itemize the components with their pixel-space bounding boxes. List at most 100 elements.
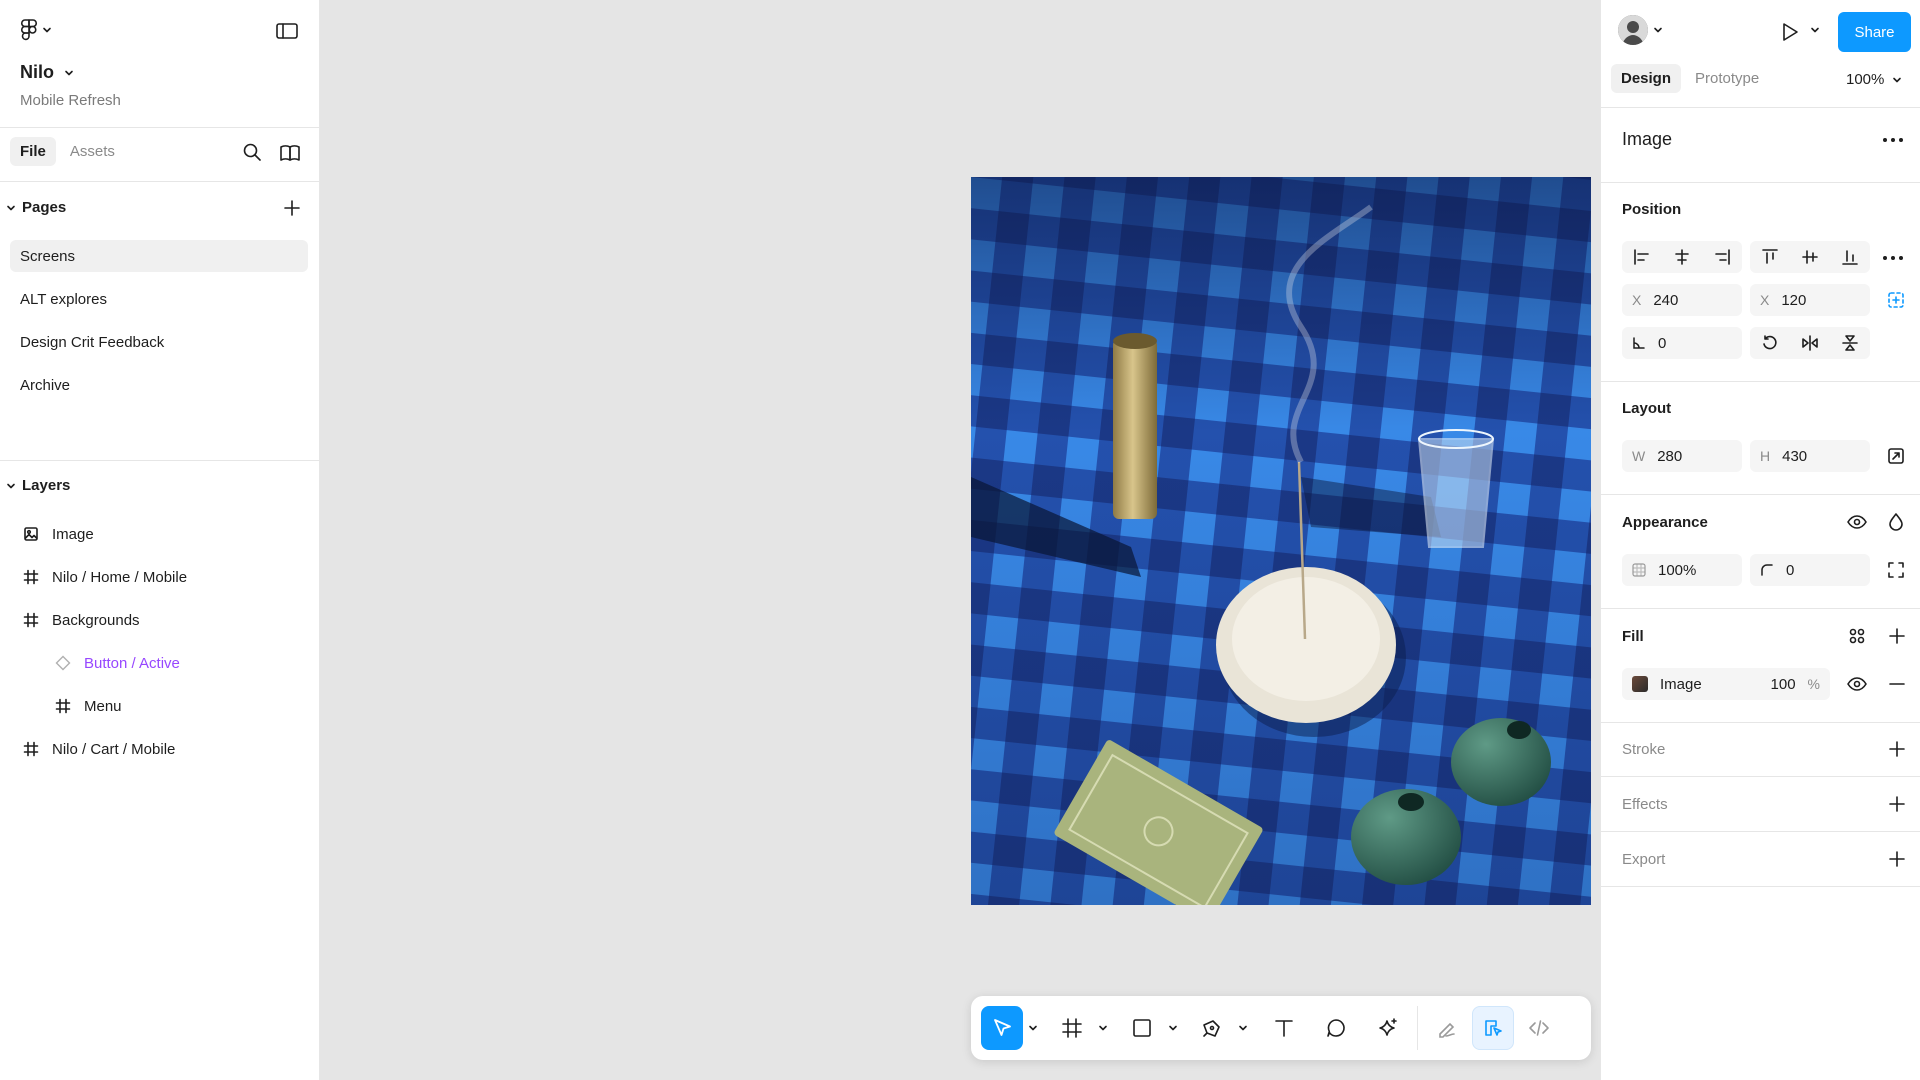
page-item-screens[interactable]: Screens <box>10 240 308 272</box>
pages-header[interactable]: Pages <box>6 199 66 216</box>
corner-radius-input[interactable]: 0 <box>1750 554 1870 586</box>
layers-header[interactable]: Layers <box>6 477 70 494</box>
w-label: W <box>1632 448 1646 464</box>
independent-corners-icon[interactable] <box>1886 560 1906 580</box>
remove-fill-icon[interactable] <box>1887 674 1907 694</box>
add-export-icon[interactable] <box>1887 849 1907 869</box>
draw-mode-button[interactable] <box>1426 1006 1468 1050</box>
shape-tool-button[interactable] <box>1121 1006 1163 1050</box>
x-position-input[interactable]: X 240 <box>1622 284 1742 316</box>
height-input[interactable]: H 430 <box>1750 440 1870 472</box>
y-value: 120 <box>1781 291 1807 309</box>
align-top-icon[interactable] <box>1750 241 1790 273</box>
visibility-eye-icon[interactable] <box>1846 513 1868 531</box>
layer-label: Menu <box>84 697 122 715</box>
pen-tool-button[interactable] <box>1191 1006 1233 1050</box>
avatar[interactable] <box>1618 15 1648 45</box>
layer-label: Backgrounds <box>52 611 140 629</box>
text-icon <box>1273 1017 1295 1039</box>
constraints-icon[interactable] <box>1886 290 1906 310</box>
tab-prototype[interactable]: Prototype <box>1685 64 1769 93</box>
layer-nilo-home-mobile[interactable]: Nilo / Home / Mobile <box>22 568 187 586</box>
page-item-design-crit-feedback[interactable]: Design Crit Feedback <box>10 326 308 358</box>
divider <box>1601 381 1920 382</box>
main-menu-button[interactable] <box>20 18 52 42</box>
layer-label: Button / Active <box>84 654 180 672</box>
resize-to-fit-icon[interactable] <box>1886 446 1906 466</box>
transform-group <box>1750 327 1870 359</box>
blend-mode-drop-icon[interactable] <box>1887 512 1905 532</box>
align-center-vertical-icon[interactable] <box>1790 241 1830 273</box>
frame-tool-options[interactable] <box>1093 1006 1113 1050</box>
y-label: X <box>1760 292 1770 308</box>
dev-mode-button[interactable] <box>1518 1006 1560 1050</box>
fill-visibility-eye-icon[interactable] <box>1846 675 1868 693</box>
add-stroke-icon[interactable] <box>1887 739 1907 759</box>
share-button[interactable]: Share <box>1838 12 1911 52</box>
rotate-icon[interactable] <box>1750 327 1790 359</box>
align-bottom-icon[interactable] <box>1830 241 1870 273</box>
move-tool-options[interactable] <box>1023 1006 1043 1050</box>
chevron-down-icon[interactable] <box>1653 25 1663 35</box>
present-play-icon[interactable] <box>1779 21 1801 43</box>
pen-icon <box>1201 1017 1223 1039</box>
actions-tool-button[interactable] <box>1367 1006 1409 1050</box>
align-left-icon[interactable] <box>1622 241 1662 273</box>
chevron-down-icon[interactable] <box>1810 25 1820 35</box>
layer-button-active[interactable]: Button / Active <box>54 654 180 672</box>
pen-tool-options[interactable] <box>1233 1006 1253 1050</box>
layer-label: Image <box>52 525 94 543</box>
styles-grid-icon[interactable] <box>1847 626 1867 646</box>
tab-design[interactable]: Design <box>1611 64 1682 93</box>
align-center-horizontal-icon[interactable] <box>1662 241 1702 273</box>
more-align-options-icon[interactable] <box>1881 248 1905 268</box>
sidebar-toggle-icon[interactable] <box>274 20 300 42</box>
y-position-input[interactable]: X 120 <box>1750 284 1870 316</box>
left-tabs: File Assets <box>10 137 125 166</box>
file-name[interactable]: Nilo <box>20 62 74 83</box>
draw-icon <box>1436 1017 1458 1039</box>
add-page-icon[interactable] <box>282 198 302 218</box>
layer-label: Nilo / Cart / Mobile <box>52 740 176 758</box>
layer-nilo-cart-mobile[interactable]: Nilo / Cart / Mobile <box>22 740 175 758</box>
position-title: Position <box>1622 201 1682 218</box>
divider <box>0 181 319 182</box>
canvas[interactable] <box>321 0 1790 1080</box>
corner-radius-icon <box>1760 563 1774 577</box>
opacity-input[interactable]: 100% <box>1622 554 1742 586</box>
flip-vertical-icon[interactable] <box>1830 327 1870 359</box>
chevron-down-icon <box>6 481 16 491</box>
move-tool-button[interactable] <box>981 1006 1023 1050</box>
tab-assets[interactable]: Assets <box>60 137 125 166</box>
component-instance-icon <box>54 654 72 672</box>
align-right-icon[interactable] <box>1702 241 1742 273</box>
page-item-archive[interactable]: Archive <box>10 369 308 401</box>
library-icon[interactable] <box>279 143 301 163</box>
zoom-dropdown[interactable]: 100% <box>1846 71 1902 88</box>
frame-icon <box>22 611 40 629</box>
add-effect-icon[interactable] <box>1887 794 1907 814</box>
appearance-title: Appearance <box>1622 514 1708 531</box>
more-options-icon[interactable] <box>1881 130 1905 150</box>
frame-tool-button[interactable] <box>1051 1006 1093 1050</box>
page-item-alt-explores[interactable]: ALT explores <box>10 283 308 315</box>
design-mode-button[interactable] <box>1472 1006 1514 1050</box>
search-icon[interactable] <box>242 142 262 162</box>
shape-tool-options[interactable] <box>1163 1006 1183 1050</box>
rotation-input[interactable]: 0 <box>1622 327 1742 359</box>
flip-horizontal-icon[interactable] <box>1790 327 1830 359</box>
text-tool-button[interactable] <box>1263 1006 1305 1050</box>
layer-backgrounds[interactable]: Backgrounds <box>22 611 140 629</box>
add-fill-icon[interactable] <box>1887 626 1907 646</box>
fill-row[interactable]: Image 100 % <box>1622 668 1830 700</box>
frame-icon <box>22 568 40 586</box>
fill-opacity-unit: % <box>1807 676 1820 692</box>
width-input[interactable]: W 280 <box>1622 440 1742 472</box>
comment-tool-button[interactable] <box>1315 1006 1357 1050</box>
layer-menu[interactable]: Menu <box>54 697 122 715</box>
divider <box>1601 722 1920 723</box>
selected-image[interactable] <box>971 177 1591 905</box>
tab-file[interactable]: File <box>10 137 56 166</box>
user-avatar-icon <box>1618 15 1648 45</box>
layer-image[interactable]: Image <box>22 525 94 543</box>
